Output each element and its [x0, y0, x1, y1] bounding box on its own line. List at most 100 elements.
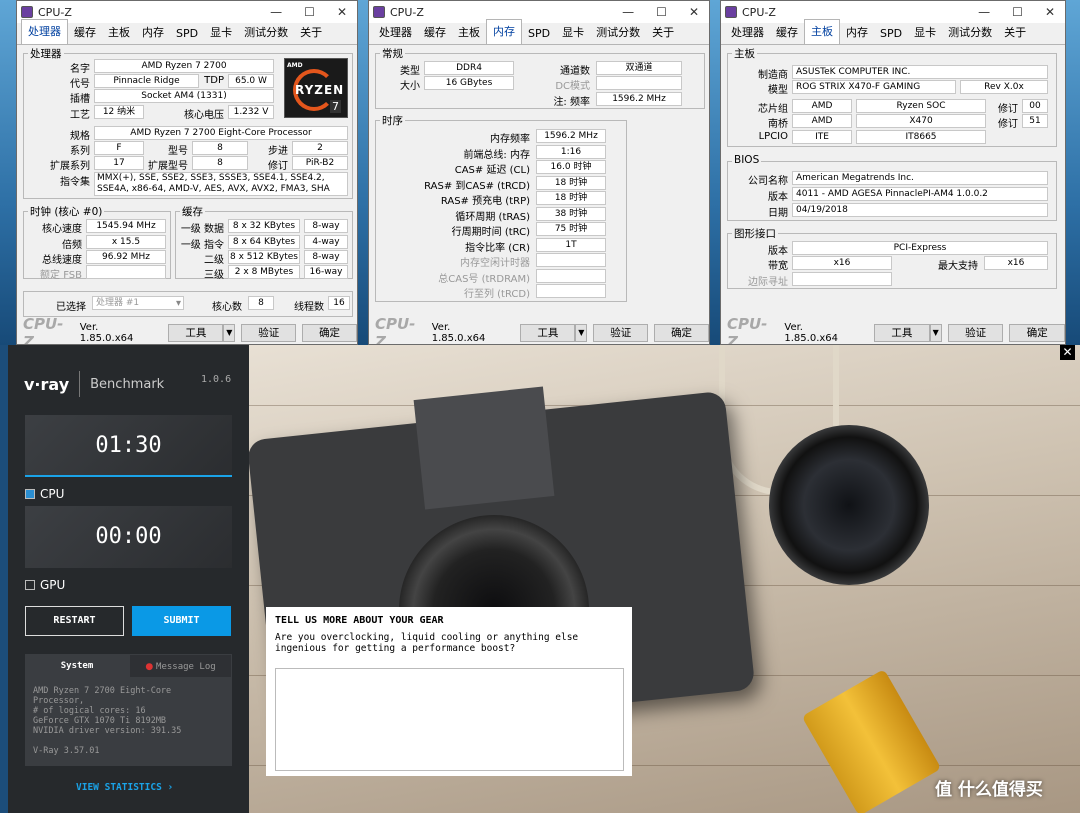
tab-spd[interactable]: SPD: [170, 24, 204, 44]
l1i-way: 4-way: [304, 235, 348, 249]
cpu-timer: 01:30: [95, 433, 162, 458]
timing-value: 75 时钟: [536, 222, 606, 236]
timing-value: 18 时钟: [536, 191, 606, 205]
tab-bench[interactable]: 测试分数: [238, 21, 294, 44]
cpu-label: CPU: [40, 487, 65, 501]
bios-version-value: 4011 - AMD AGESA PinnaclePI-AM4 1.0.0.2: [792, 187, 1048, 201]
close-icon[interactable]: ✕: [1045, 5, 1055, 19]
processor-select[interactable]: 处理器 #1: [92, 296, 184, 310]
tools-dropdown-icon[interactable]: ▼: [575, 324, 588, 342]
close-icon[interactable]: ✕: [1060, 345, 1075, 360]
maximize-icon[interactable]: ☐: [1012, 5, 1023, 19]
minimize-icon[interactable]: —: [270, 5, 282, 19]
maximize-icon[interactable]: ☐: [304, 5, 315, 19]
cpuz-app-icon: [373, 6, 385, 18]
tab-graphics[interactable]: 显卡: [204, 21, 238, 44]
manufacturer-label: 制造商: [758, 70, 788, 81]
gpu-checkbox-row[interactable]: GPU: [25, 578, 65, 592]
selection-label: 已选择: [56, 302, 86, 313]
version-label: 1.0.6: [201, 374, 232, 385]
size-label: 大小: [400, 81, 420, 92]
tools-dropdown-icon[interactable]: ▼: [223, 324, 236, 342]
tab-caches[interactable]: 缓存: [770, 21, 804, 44]
tab-bench[interactable]: 测试分数: [942, 21, 998, 44]
tab-memory[interactable]: 内存: [136, 21, 170, 44]
minimize-icon[interactable]: —: [622, 5, 634, 19]
cpu-checkbox[interactable]: [25, 489, 35, 499]
tools-button[interactable]: 工具: [874, 324, 930, 342]
l2-way: 8-way: [304, 250, 348, 264]
restart-button[interactable]: RESTART: [25, 606, 124, 636]
gpu-label: GPU: [40, 578, 66, 592]
model-value: ROG STRIX X470-F GAMING: [792, 80, 956, 94]
tab-caches[interactable]: 缓存: [68, 21, 102, 44]
tab-graphics[interactable]: 显卡: [556, 21, 590, 44]
title-bar[interactable]: CPU-Z — ☐ ✕: [721, 1, 1065, 23]
title-bar[interactable]: CPU-Z — ☐ ✕: [369, 1, 709, 23]
validate-button[interactable]: 验证: [947, 324, 1004, 342]
processor-group: 处理器 名字 AMD Ryzen 7 2700 代号 Pinnacle Ridg…: [23, 46, 353, 199]
rated-fsb-value: [86, 265, 166, 279]
chevron-down-icon[interactable]: ▾: [174, 298, 181, 309]
tab-spd[interactable]: SPD: [874, 24, 908, 44]
tab-system[interactable]: System: [25, 654, 129, 678]
close-icon[interactable]: ✕: [689, 5, 699, 19]
family-value: F: [94, 141, 144, 155]
minimize-icon[interactable]: —: [978, 5, 990, 19]
version-text: Ver. 1.85.0.x64: [431, 322, 486, 344]
instructions-label: 指令集: [60, 177, 90, 188]
gear-textarea[interactable]: [275, 668, 624, 771]
manufacturer-value: ASUSTeK COMPUTER INC.: [792, 65, 1048, 79]
tab-cpu[interactable]: 处理器: [21, 19, 68, 44]
timing-label: 内存频率: [490, 134, 530, 145]
tab-message-log[interactable]: ● Message Log: [129, 654, 232, 678]
maximize-icon[interactable]: ☐: [656, 5, 667, 19]
timing-value: [536, 268, 606, 283]
multiplier-value: x 15.5: [86, 235, 166, 249]
tab-mainboard[interactable]: 主板: [452, 21, 486, 44]
vray-logo: v·ray: [24, 374, 70, 394]
ok-button[interactable]: 确定: [1009, 324, 1065, 342]
tab-graphics[interactable]: 显卡: [908, 21, 942, 44]
ext-model-label: 扩展型号: [148, 161, 188, 172]
form-prompt: Are you overclocking, liquid cooling or …: [275, 632, 579, 654]
gpu-checkbox[interactable]: [25, 580, 35, 590]
ext-model-value: 8: [192, 156, 248, 170]
cpu-checkbox-row[interactable]: CPU: [25, 487, 64, 501]
title-bar[interactable]: CPU-Z — ☐ ✕: [17, 1, 357, 23]
timings-group: 时序 内存频率 1596.2 MHz 前端总线: 内存 1:16 CAS# 延迟 (CL…: [375, 113, 627, 302]
timing-label: 总CAS号 (tRDRAM): [438, 273, 530, 285]
tab-caches[interactable]: 缓存: [418, 21, 452, 44]
tab-bench[interactable]: 测试分数: [590, 21, 646, 44]
channels-value: 双通道: [596, 61, 682, 75]
tab-mainboard[interactable]: 主板: [102, 21, 136, 44]
rated-fsb-label: 额定 FSB: [40, 270, 82, 281]
tools-button[interactable]: 工具: [168, 324, 224, 342]
system-info-panel: AMD Ryzen 7 2700 Eight-Core Processor, #…: [25, 678, 232, 766]
view-statistics-link[interactable]: VIEW STATISTICS ›: [76, 782, 173, 793]
tab-memory[interactable]: 内存: [486, 19, 522, 44]
tab-about[interactable]: 关于: [294, 21, 328, 44]
ok-button[interactable]: 确定: [654, 324, 709, 342]
bios-brand-value: American Megatrends Inc.: [792, 171, 1048, 185]
submit-button[interactable]: SUBMIT: [132, 606, 231, 636]
gi-sideband-label: 边际寻址: [748, 277, 788, 288]
tab-cpu[interactable]: 处理器: [725, 21, 770, 44]
voltage-label: 核心电压: [184, 110, 224, 121]
tab-about[interactable]: 关于: [646, 21, 680, 44]
tab-about[interactable]: 关于: [998, 21, 1032, 44]
bios-version-label: 版本: [768, 192, 788, 203]
site-watermark: 值 什么值得买: [935, 780, 1043, 800]
validate-button[interactable]: 验证: [593, 324, 649, 342]
validate-button[interactable]: 验证: [241, 324, 297, 342]
tools-button[interactable]: 工具: [520, 324, 576, 342]
tab-spd[interactable]: SPD: [522, 24, 556, 44]
stepping-value: 2: [292, 141, 348, 155]
tools-dropdown-icon[interactable]: ▼: [929, 324, 942, 342]
tab-mainboard[interactable]: 主板: [804, 19, 840, 44]
gpu-timer-panel: 00:00: [25, 506, 232, 568]
tab-cpu[interactable]: 处理器: [373, 21, 418, 44]
ok-button[interactable]: 确定: [302, 324, 357, 342]
tab-memory[interactable]: 内存: [840, 21, 874, 44]
close-icon[interactable]: ✕: [337, 5, 347, 19]
